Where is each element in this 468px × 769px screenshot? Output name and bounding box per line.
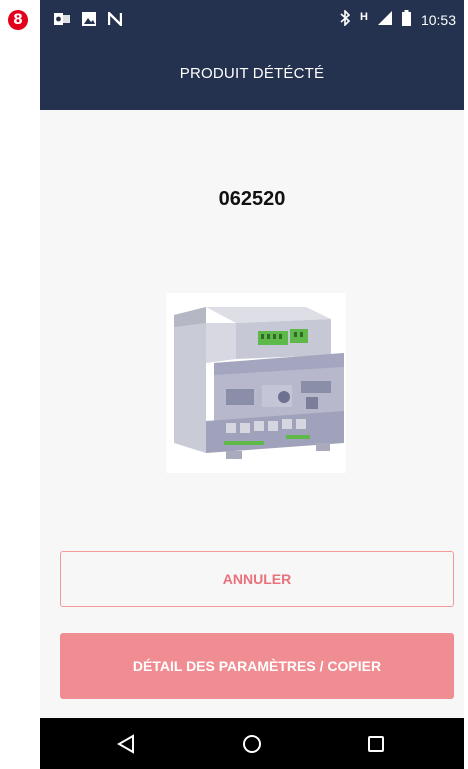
- detail-copy-button[interactable]: DÉTAIL DES PARAMÈTRES / COPIER: [60, 633, 454, 699]
- android-nav-bar: [40, 718, 464, 769]
- status-time: 10:53: [420, 11, 456, 28]
- back-icon[interactable]: [112, 730, 140, 758]
- home-icon[interactable]: [238, 730, 266, 758]
- outlook-icon: [54, 12, 70, 31]
- recents-icon[interactable]: [362, 730, 390, 758]
- status-left-icons: [54, 10, 123, 31]
- battery-icon: [401, 10, 411, 29]
- network-type-label: H: [360, 10, 368, 23]
- app-header: PRODUIT DÉTÉCTÉ: [40, 38, 464, 110]
- product-code: 062520: [218, 188, 286, 210]
- status-right-icons: H 10:53: [340, 9, 456, 29]
- phone-screen: H 10:53 PRODUIT DÉTÉCTÉ 062520 ANNULER D…: [40, 0, 464, 769]
- nfc-icon: [107, 10, 123, 31]
- page-title: PRODUIT DÉTÉCTÉ: [179, 64, 325, 82]
- signal-icon: [377, 11, 392, 28]
- status-bar: H 10:53: [40, 0, 464, 38]
- product-image: [166, 293, 346, 473]
- step-badge: 8: [8, 10, 28, 30]
- bluetooth-icon: [340, 9, 351, 29]
- image-icon: [82, 12, 96, 31]
- cancel-button[interactable]: ANNULER: [60, 551, 454, 607]
